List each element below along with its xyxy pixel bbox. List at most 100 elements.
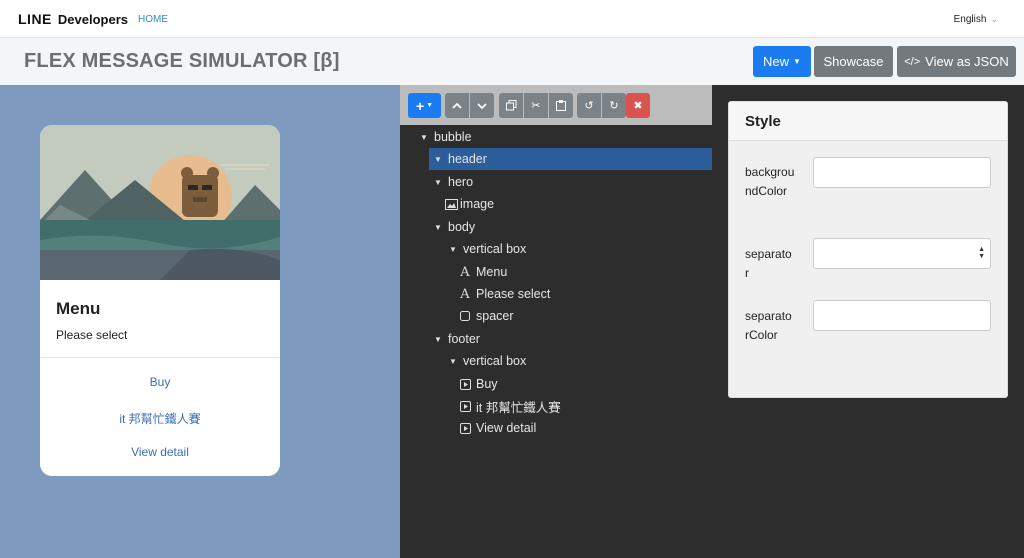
- undo-button[interactable]: ↺: [577, 93, 601, 118]
- tree-node-image[interactable]: image: [444, 193, 494, 215]
- tree-node-label: body: [448, 220, 476, 234]
- cut-button[interactable]: ✂: [524, 93, 548, 118]
- chevron-down-icon: [477, 102, 487, 109]
- caret-down-icon: ▼: [449, 356, 457, 366]
- image-icon: [444, 198, 458, 210]
- text-icon: A: [460, 264, 470, 280]
- tree-node-body-box[interactable]: ▼ vertical box: [449, 238, 526, 260]
- copy-button[interactable]: [499, 93, 523, 118]
- background-color-input[interactable]: [813, 157, 991, 188]
- chevron-down-icon: ⌄: [990, 14, 998, 24]
- tree-node-header[interactable]: ▼ header: [429, 148, 712, 170]
- tree-node-label: footer: [448, 332, 480, 346]
- page-title: FLEX MESSAGE SIMULATOR [β]: [24, 50, 340, 72]
- paste-button[interactable]: [549, 93, 573, 118]
- brand-logo[interactable]: LINE Developers: [18, 11, 128, 27]
- redo-icon: ↻: [609, 100, 619, 112]
- tree-node-hero[interactable]: ▼ hero: [434, 171, 473, 193]
- style-panel: Style backgroundColor separator ▲ ▼ separ…: [728, 101, 1008, 398]
- language-selector[interactable]: English ⌄: [954, 14, 998, 25]
- bubble-preview: Menu Please select Buy it 邦幫忙鐵人賽 View de…: [40, 125, 280, 476]
- caret-down-icon: ▼: [420, 132, 428, 142]
- copy-icon: [505, 100, 516, 111]
- tree-node-label: it 邦幫忙鐵人賽: [476, 400, 561, 415]
- tree-node-label: Buy: [476, 377, 498, 391]
- tree-node-bubble[interactable]: ▼ bubble: [420, 126, 712, 148]
- tree-node-body[interactable]: ▼ body: [434, 216, 475, 238]
- hero-illustration: [40, 125, 280, 280]
- code-icon: </>: [904, 55, 921, 68]
- tree-node-text-menu[interactable]: A Menu: [459, 261, 507, 283]
- caret-down-icon: ▼: [434, 334, 442, 344]
- new-button-label: New: [763, 54, 790, 69]
- move-down-button[interactable]: [470, 93, 494, 118]
- caret-down-icon: ▼: [449, 244, 457, 254]
- buy-link-button[interactable]: Buy: [40, 375, 280, 389]
- hero-image: [40, 125, 280, 280]
- tree-node-label: Menu: [476, 265, 508, 279]
- paste-icon: [556, 100, 566, 111]
- card-separator: [40, 357, 280, 358]
- tree-node-footer-box[interactable]: ▼ vertical box: [449, 350, 526, 372]
- undo-icon: ↺: [584, 100, 594, 112]
- tree-node-label: Please select: [476, 287, 551, 301]
- plus-icon: +: [415, 97, 425, 114]
- style-panel-title: Style: [745, 113, 781, 130]
- separator-label: separator: [745, 247, 792, 280]
- separator-color-input[interactable]: [813, 300, 991, 331]
- chevron-up-icon: [452, 102, 462, 109]
- title-bar: FLEX MESSAGE SIMULATOR [β] New ▼ Showcase…: [0, 38, 1024, 85]
- add-component-button[interactable]: + ▼: [408, 93, 441, 118]
- style-panel-header: Style: [729, 102, 1007, 141]
- tree-node-footer[interactable]: ▼ footer: [434, 328, 480, 350]
- view-json-button[interactable]: </> View as JSON: [897, 46, 1016, 77]
- button-icon: [459, 378, 471, 390]
- tree-node-button-ithelp[interactable]: it 邦幫忙鐵人賽: [459, 395, 561, 417]
- redo-button[interactable]: ↻: [602, 93, 626, 118]
- tree-node-text-please[interactable]: A Please select: [459, 283, 550, 305]
- caret-down-icon: ▼: [434, 177, 442, 187]
- tree-node-label: header: [448, 152, 487, 166]
- tree-node-button-view-detail[interactable]: View detail: [459, 417, 536, 439]
- separator-color-label: separatorColor: [745, 309, 792, 342]
- home-link[interactable]: HOME: [138, 14, 168, 25]
- showcase-button[interactable]: Showcase: [814, 46, 893, 77]
- caret-down-icon: ▼: [426, 102, 434, 109]
- scissors-icon: ✂: [531, 100, 541, 112]
- tree-node-label: View detail: [476, 421, 537, 435]
- delete-button[interactable]: ✖: [626, 93, 650, 118]
- move-up-button[interactable]: [445, 93, 469, 118]
- brand-line: LINE: [18, 11, 52, 27]
- caret-down-icon: ▼: [434, 154, 442, 164]
- view-json-label: View as JSON: [925, 54, 1009, 69]
- new-button[interactable]: New ▼: [753, 46, 811, 77]
- tree-node-label: bubble: [434, 130, 472, 144]
- background-color-label: backgroundColor: [745, 165, 795, 198]
- tree-toolbar: + ▼ ✂ ↺ ↻ ✖: [400, 85, 712, 125]
- close-icon: ✖: [633, 100, 643, 112]
- tree-node-label: vertical box: [463, 354, 527, 368]
- language-label: English: [953, 14, 987, 25]
- tree-node-button-buy[interactable]: Buy: [459, 373, 498, 395]
- text-icon: A: [460, 286, 470, 302]
- preview-pane: Menu Please select Buy it 邦幫忙鐵人賽 View de…: [0, 85, 400, 558]
- brand-developers: Developers: [57, 12, 128, 27]
- button-icon: [459, 422, 471, 434]
- caret-down-icon: ▼: [434, 222, 442, 232]
- caret-down-icon: ▼: [793, 57, 801, 66]
- ithelp-link-button[interactable]: it 邦幫忙鐵人賽: [40, 410, 280, 427]
- card-subtitle: Please select: [56, 328, 128, 342]
- separator-select[interactable]: ▲ ▼: [813, 238, 991, 269]
- tree-node-label: vertical box: [463, 242, 527, 256]
- tree-node-label: hero: [448, 175, 474, 189]
- view-detail-link-button[interactable]: View detail: [40, 445, 280, 459]
- tree-node-label: spacer: [476, 309, 514, 323]
- button-icon: [459, 400, 471, 412]
- component-tree-panel: + ▼ ✂ ↺ ↻ ✖ ▼ bubble ▼ header ▼ hero image: [400, 85, 712, 558]
- card-title: Menu: [56, 299, 101, 318]
- select-arrows-icon: ▲ ▼: [978, 246, 985, 260]
- tree-node-label: image: [460, 197, 495, 211]
- tree-node-spacer[interactable]: spacer: [459, 305, 514, 327]
- spacer-icon: [459, 311, 471, 321]
- top-nav: LINE Developers HOME English ⌄: [0, 0, 1024, 38]
